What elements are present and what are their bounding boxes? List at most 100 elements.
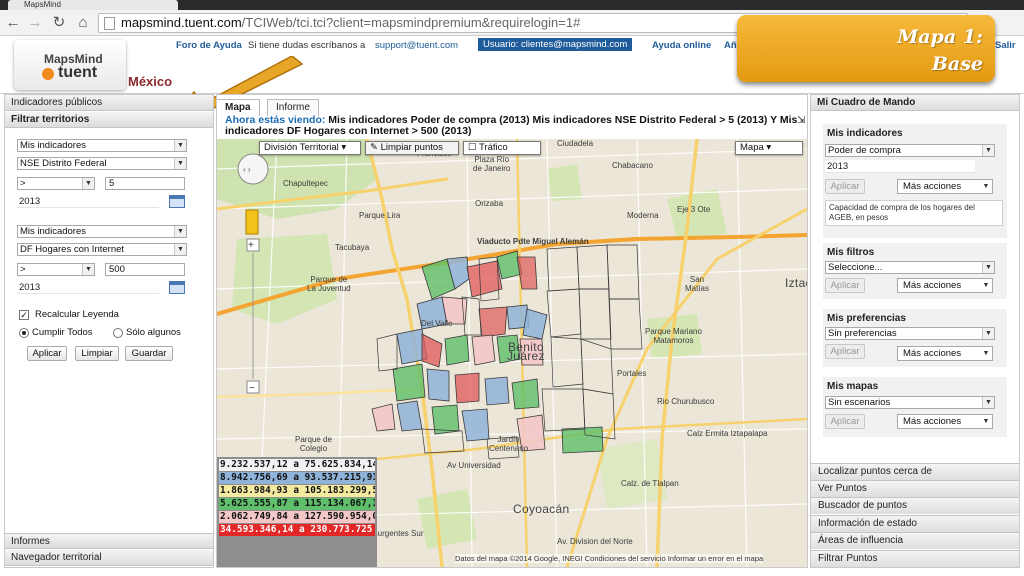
place-jardin-centenario: Jardín Centenario: [489, 435, 529, 453]
recalc-legend-checkbox[interactable]: ✓: [19, 310, 29, 320]
state-info-link[interactable]: Información de estado: [811, 515, 1019, 532]
indicator-apply-button[interactable]: Aplicar: [825, 179, 865, 194]
cut-link[interactable]: Añ: [724, 40, 737, 51]
mapsmind-logo[interactable]: MapsMind tuent: [14, 40, 126, 90]
calendar-icon[interactable]: [169, 281, 185, 294]
apply-button[interactable]: Aplicar: [27, 346, 67, 361]
all-radio[interactable]: [19, 328, 29, 338]
filters-more-actions[interactable]: Más acciones ▼: [897, 278, 993, 293]
preferences-select[interactable]: Sin preferencias ▼: [825, 327, 995, 340]
place-benito-juarez: Benito Juárez: [507, 340, 545, 363]
clear-points-button[interactable]: ✎ Limpiar puntos: [365, 141, 459, 155]
place-viaducto: Viaducto Pdte Miguel Alemán: [477, 237, 589, 246]
exit-link[interactable]: Salir: [995, 40, 1016, 51]
chevron-down-icon: ▼: [174, 140, 186, 151]
preferences-more-actions[interactable]: Más acciones ▼: [897, 346, 993, 361]
filter2-operator-select[interactable]: > ▼: [17, 263, 95, 276]
online-help-link[interactable]: Ayuda online: [652, 40, 711, 51]
map-canvas[interactable]: + − ‹ › Plaza Río de Janeiro Ciudadela T…: [217, 139, 807, 567]
callout-title: Mapa 1:: [897, 26, 983, 48]
viewing-summary: Ahora estás viendo: Mis indicadores Pode…: [225, 115, 805, 137]
filter1-year-field[interactable]: 2013: [17, 195, 159, 208]
place-iztacalco: Iztacalco: [785, 276, 807, 290]
territorial-division-select[interactable]: División Territorial ▾: [259, 141, 361, 155]
legend-row: 8.942.756,69 a 93.537.215,91: [219, 472, 375, 484]
support-email-link[interactable]: support@tuent.com: [375, 40, 458, 51]
place-ciudadela: Ciudadela: [557, 139, 594, 148]
left-panel: Indicadores públicos Filtrar territorios…: [4, 94, 214, 568]
chevron-down-icon: ▼: [982, 397, 994, 408]
browser-tabstrip: MapsMind: [0, 0, 1024, 10]
traffic-toggle[interactable]: ☐ Tráfico: [463, 141, 541, 155]
all-radio-label: Cumplir Todos: [32, 327, 93, 338]
chevron-down-icon: ▼: [174, 244, 186, 255]
back-icon[interactable]: ←: [4, 14, 22, 32]
place-tlalpan: Calz. de Tlalpan: [621, 479, 679, 488]
maps-more-actions[interactable]: Más acciones ▼: [897, 414, 993, 429]
calendar-icon[interactable]: [169, 195, 185, 208]
point-search-link[interactable]: Buscador de puntos: [811, 497, 1019, 514]
forum-link[interactable]: Foro de Ayuda: [176, 40, 242, 51]
maps-apply-button[interactable]: Aplicar: [825, 414, 865, 429]
map-type-select[interactable]: Mapa ▾: [735, 141, 803, 155]
some-radio[interactable]: [113, 328, 123, 338]
place-san-matias: San Matías: [685, 275, 710, 293]
reload-icon[interactable]: ↻: [50, 14, 68, 32]
indicator-select[interactable]: Poder de compra ▼: [825, 144, 995, 157]
clear-button[interactable]: Limpiar: [75, 346, 119, 361]
url-host: mapsmind.tuent.com: [121, 15, 242, 30]
territory-navigator-header[interactable]: Navegador territorial: [5, 550, 213, 566]
indicator-more-actions[interactable]: Más acciones ▼: [897, 179, 993, 194]
place-eje3: Eje 3 Ote: [677, 205, 711, 214]
filter-points-link[interactable]: Filtrar Puntos: [811, 550, 1019, 567]
my-indicators-title: Mis indicadores: [827, 128, 903, 139]
legend-row: 1.863.984,93 a 105.183.299,53: [219, 485, 375, 497]
filter2-year-field[interactable]: 2013: [17, 281, 159, 294]
filter1-operator-select[interactable]: > ▼: [17, 177, 95, 190]
filters-apply-button[interactable]: Aplicar: [825, 278, 865, 293]
public-indicators-header[interactable]: Indicadores públicos: [5, 95, 213, 111]
view-points-link[interactable]: Ver Puntos: [811, 480, 1019, 497]
center-panel: Mapa Informe Ahora estás viendo: Mis ind…: [216, 94, 808, 568]
my-filters-title: Mis filtros: [827, 247, 875, 258]
place-chapultepec: Chapultepec: [283, 179, 328, 188]
indicator-year-field[interactable]: 2013: [825, 160, 975, 173]
filters-select[interactable]: Seleccione... ▼: [825, 261, 995, 274]
maps-select[interactable]: Sin escenarios ▼: [825, 396, 995, 409]
place-tacubaya: Tacubaya: [335, 243, 370, 252]
chevron-down-icon: ▼: [82, 178, 94, 189]
place-portales: Portales: [617, 369, 647, 378]
my-maps-title: Mis mapas: [827, 381, 879, 392]
filter1-source-select[interactable]: Mis indicadores ▼: [17, 139, 187, 152]
reports-header[interactable]: Informes: [5, 533, 213, 549]
filter1-value-input[interactable]: 5: [105, 177, 185, 190]
locate-points-link[interactable]: Localizar puntos cerca de: [811, 463, 1019, 480]
filter2-value-input[interactable]: 500: [105, 263, 185, 276]
svg-text:+: +: [248, 240, 254, 251]
place-del-valle: Del Valle: [421, 319, 453, 328]
filter1-indicator-select[interactable]: NSE Distrito Federal ▼: [17, 157, 187, 170]
filter-territories-header[interactable]: Filtrar territorios: [5, 112, 213, 128]
chevron-down-icon: ▼: [980, 180, 992, 193]
my-filters-group: Mis filtros Seleccione... ▼ Aplicar Más a…: [823, 243, 1007, 299]
influence-areas-link[interactable]: Áreas de influencia: [811, 532, 1019, 549]
chevron-down-icon: ▼: [174, 226, 186, 237]
save-button[interactable]: Guardar: [125, 346, 173, 361]
chevron-down-icon: ▼: [980, 347, 992, 360]
collapse-icon[interactable]: ⇲: [797, 115, 805, 126]
place-plaza-rio: Plaza Río de Janeiro: [473, 155, 511, 173]
place-parque-lira: Parque Lira: [359, 211, 401, 220]
forward-icon[interactable]: →: [26, 14, 44, 32]
place-coyoacan: Coyoacán: [513, 502, 570, 516]
home-icon[interactable]: ⌂: [74, 14, 92, 32]
filter2-indicator-select[interactable]: DF Hogares con Internet ▼: [17, 243, 187, 256]
filter2-source-select[interactable]: Mis indicadores ▼: [17, 225, 187, 238]
svg-text:−: −: [249, 383, 255, 394]
url-path: /TCIWeb/tci.tci?client=mapsmindpremium&r…: [241, 15, 581, 30]
svg-text:‹ ›: ‹ ›: [243, 165, 251, 174]
place-parque-mariano: Parque Mariano Matamoros: [645, 327, 702, 345]
place-churubusco: Rio Churubusco: [657, 397, 715, 406]
page-icon: [104, 17, 115, 30]
preferences-apply-button[interactable]: Aplicar: [825, 344, 865, 359]
browser-tab[interactable]: MapsMind: [8, 0, 178, 10]
